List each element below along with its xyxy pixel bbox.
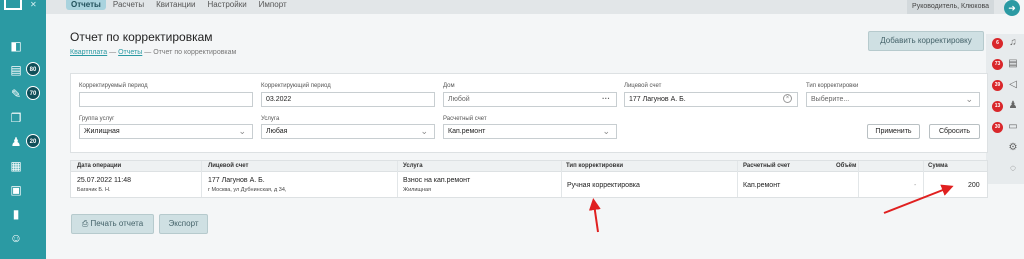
annotation-arrows (588, 184, 954, 233)
red-arrow-diagonal (883, 184, 954, 214)
red-arrow-up (588, 198, 601, 233)
